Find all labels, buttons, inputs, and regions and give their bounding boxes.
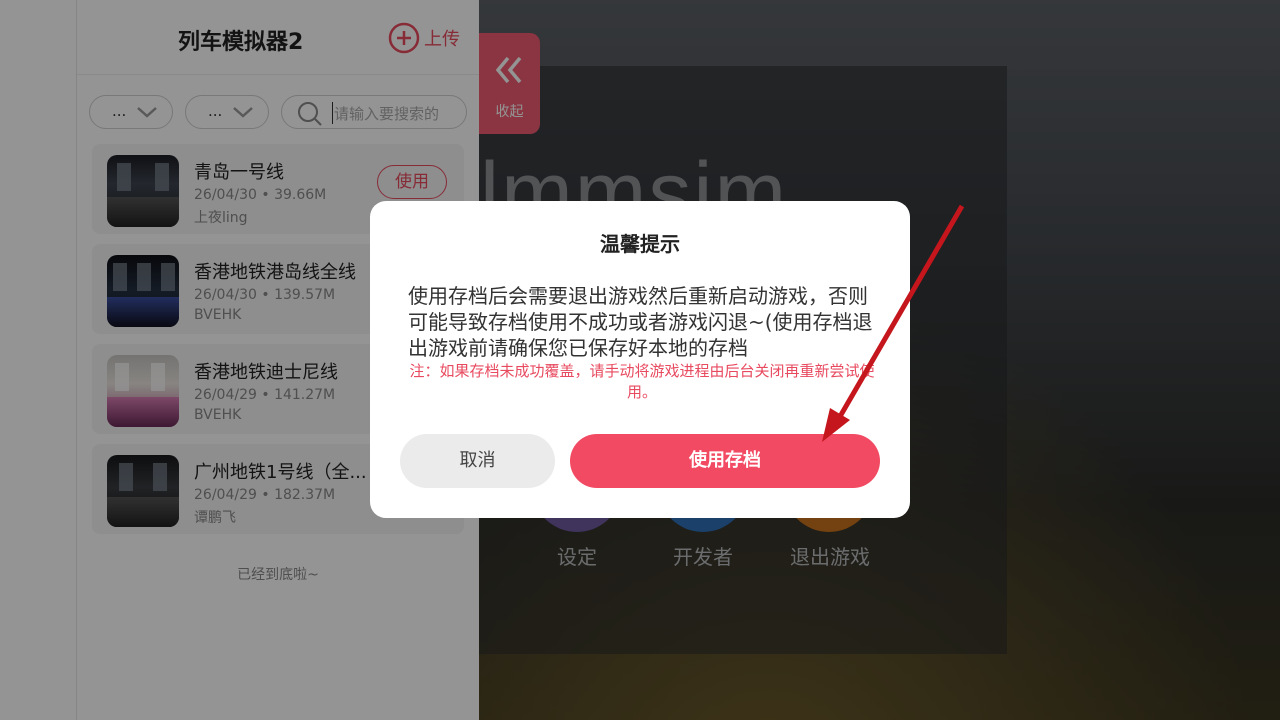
- dialog-message: 使用存档后会需要退出游戏然后重新启动游戏，否则可能导致存档使用不成功或者游戏闪退…: [408, 284, 873, 360]
- confirm-dialog: 温馨提示 使用存档后会需要退出游戏然后重新启动游戏，否则可能导致存档使用不成功或…: [370, 201, 910, 518]
- dialog-note: 注：如果存档未成功覆盖，请手动将游戏进程由后台关闭再重新尝试使用。: [409, 362, 875, 401]
- dialog-title: 温馨提示: [600, 232, 680, 256]
- cancel-button[interactable]: 取消: [400, 434, 555, 488]
- use-save-confirm-button[interactable]: 使用存档: [570, 434, 880, 488]
